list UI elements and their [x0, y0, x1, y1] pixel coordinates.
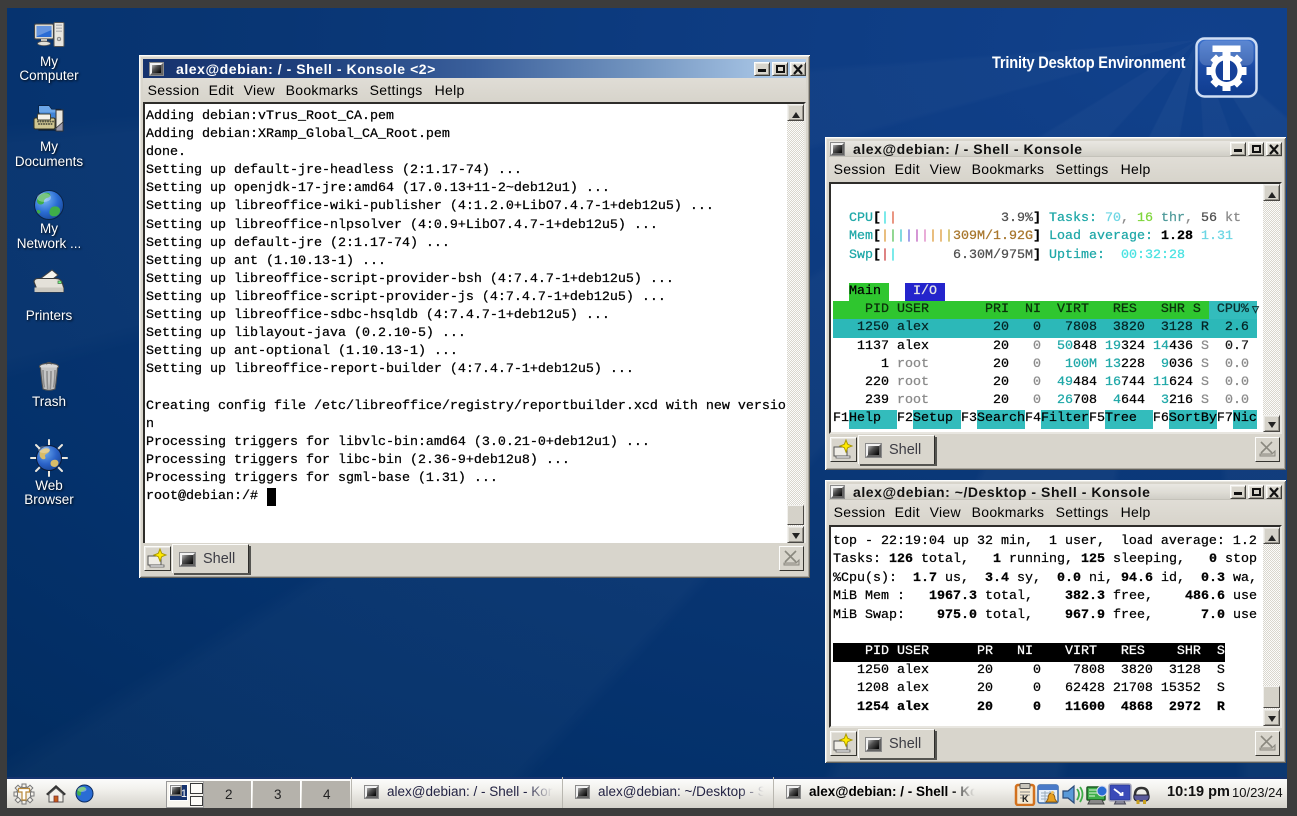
svg-text:K: K: [1022, 794, 1029, 804]
